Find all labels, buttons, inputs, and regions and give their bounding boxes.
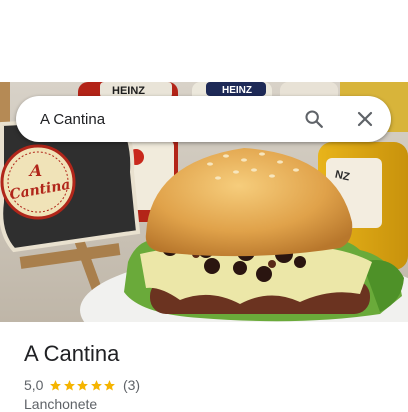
search-button[interactable] [294,99,334,139]
star-icon [104,379,116,390]
star-icon [64,379,75,390]
rating-value: 5,0 [24,377,44,393]
search-icon [305,110,323,128]
rating-stars [49,379,117,392]
top-blank-area [0,0,408,82]
search-input[interactable]: A Cantina [40,111,294,128]
close-icon [357,111,373,127]
rating-row[interactable]: 5,0 (3) [24,376,140,394]
star-icon [77,379,89,390]
star-icon [91,379,102,390]
place-category: Lanchonete [24,396,98,412]
clear-search-button[interactable] [345,99,385,139]
sign-text-a: A [28,161,42,180]
star-icon [50,379,62,390]
search-bar[interactable]: A Cantina [16,96,391,142]
bottle-label-text-2: HEINZ [222,85,252,96]
place-info-panel: A Cantina 5,0 (3) Lanchonete [0,322,408,412]
review-count[interactable]: (3) [123,377,140,393]
place-title: A Cantina [24,341,120,366]
